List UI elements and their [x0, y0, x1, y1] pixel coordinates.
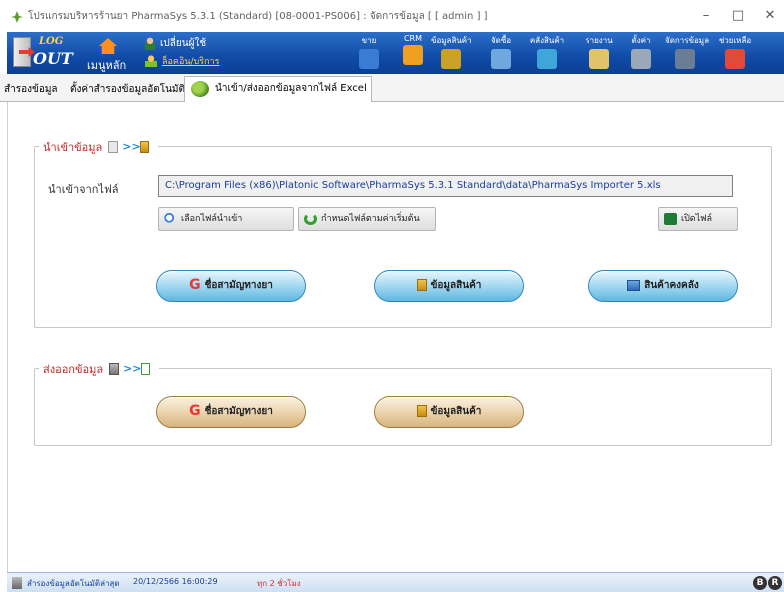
home-icon [99, 38, 117, 54]
toolbar-settings-button[interactable]: ตั้งค่า [621, 34, 661, 72]
import-flow-icon: >> [108, 140, 154, 154]
logout-log-text: LOG [39, 36, 64, 47]
import-generic-label: ชื่อสามัญทางยา [204, 280, 273, 291]
product-doc-icon [416, 405, 427, 417]
home-menu-label: เมนูหลัก [87, 59, 127, 72]
purchasing-icon [491, 49, 511, 69]
main-toolbar: LOG OUT เมนูหลัก เปลี่ยนผู้ใช้ ล็อคอิน/บ… [7, 32, 784, 74]
online-services-label: ล็อคอิน/บริการ [162, 57, 220, 67]
toolbar-product-data-button[interactable]: ข้อมูลสินค้า [431, 34, 472, 72]
toolbar-help-label: ช่วยเหลือ [718, 36, 752, 45]
import-product-label: ข้อมูลสินค้า [430, 280, 482, 291]
import-title-text: นำเข้าข้อมูล [43, 141, 103, 154]
online-user-icon [145, 55, 157, 67]
toolbar-data-management-button[interactable]: จัดการข้อมูล [665, 34, 709, 72]
generic-name-icon: G [189, 403, 201, 419]
import-stock-button[interactable]: สินค้าคงคลัง [588, 270, 738, 302]
product-data-icon [441, 49, 461, 69]
import-file-label: นำเข้าจากไฟล์ [48, 183, 119, 196]
select-import-file-button[interactable]: เลือกไฟล์นำเข้า [158, 207, 294, 231]
sales-icon [359, 49, 379, 69]
toolbar-sales-label: ขาย [361, 36, 377, 45]
window-titlebar: โปรแกรมบริหารร้านยา PharmaSys 5.3.1 (Sta… [0, 0, 784, 32]
import-stock-label: สินค้าคงคลัง [644, 280, 699, 291]
help-icon [725, 49, 745, 69]
tab-excel-import-export[interactable]: นำเข้า/ส่งออกข้อมูลจากไฟล์ Excel [184, 76, 372, 102]
online-services-link[interactable]: ล็อคอิน/บริการ [145, 54, 219, 68]
tab-backup[interactable]: สำรองข้อมูล [0, 78, 62, 102]
refresh-icon [304, 213, 317, 225]
close-button[interactable]: ✕ [756, 4, 784, 28]
r-badge-icon[interactable]: R [768, 576, 782, 590]
reset-default-file-label: กำหนดไฟล์ตามค่าเริ่มต้น [321, 214, 420, 224]
backup-interval: ทุก 2 ชั่วโมง [257, 579, 301, 588]
tab-strip: สำรองข้อมูล ตั้งค่าสำรองข้อมูลอัตโนมัติ … [0, 74, 784, 102]
excel-transfer-icon [191, 81, 209, 97]
window-title: โปรแกรมบริหารร้านยา PharmaSys 5.3.1 (Sta… [28, 11, 488, 22]
logout-out-text: OUT [33, 49, 73, 68]
import-file-path-field[interactable]: C:\Program Files (x86)\Platonic Software… [158, 175, 733, 197]
product-doc-icon [416, 279, 427, 291]
toolbar-crm-label: CRM [403, 34, 423, 43]
toolbar-purchasing-label: จัดซื้อ [490, 36, 512, 45]
change-user-link[interactable]: เปลี่ยนผู้ใช้ [145, 36, 206, 51]
toolbar-reports-label: รายงาน [585, 36, 613, 45]
toolbar-inventory-label: คลังสินค้า [529, 36, 565, 45]
open-file-label: เปิดไฟล์ [681, 214, 713, 224]
toolbar-sales-button[interactable]: ขาย [349, 34, 389, 72]
export-group-title: ส่งออกข้อมูล >> [39, 360, 160, 378]
search-file-icon [164, 213, 177, 225]
last-auto-backup-label: สำรองข้อมูลอัตโนมัติล่าสุด [27, 579, 120, 588]
crm-icon [403, 45, 423, 65]
change-user-label: เปลี่ยนผู้ใช้ [160, 38, 207, 49]
export-generic-name-button[interactable]: G ชื่อสามัญทางยา [156, 396, 306, 428]
status-bar: สำรองข้อมูลอัตโนมัติล่าสุด 20/12/2566 16… [7, 572, 784, 592]
export-title-text: ส่งออกข้อมูล [43, 363, 104, 376]
toolbar-inventory-button[interactable]: คลังสินค้า [527, 34, 567, 72]
maximize-button[interactable]: □ [724, 4, 752, 28]
stock-box-icon [627, 279, 641, 291]
main-panel: นำเข้าข้อมูล >> นำเข้าจากไฟล์ C:\Program… [7, 102, 784, 572]
toolbar-data-management-label: จัดการข้อมูล [665, 36, 709, 45]
toolbar-crm-button[interactable]: CRM [393, 34, 433, 72]
settings-icon [631, 49, 651, 69]
export-product-label: ข้อมูลสินค้า [430, 406, 482, 417]
export-flow-icon: >> [109, 362, 155, 376]
inventory-icon [537, 49, 557, 69]
toolbar-purchasing-button[interactable]: จัดซื้อ [481, 34, 521, 72]
import-generic-name-button[interactable]: G ชื่อสามัญทางยา [156, 270, 306, 302]
select-import-file-label: เลือกไฟล์นำเข้า [181, 214, 243, 224]
open-file-button[interactable]: เปิดไฟล์ [658, 207, 738, 231]
import-group-title: นำเข้าข้อมูล >> [39, 138, 159, 156]
tab-auto-backup-settings[interactable]: ตั้งค่าสำรองข้อมูลอัตโนมัติ [66, 78, 189, 102]
export-product-data-button[interactable]: ข้อมูลสินค้า [374, 396, 524, 428]
user-icon [145, 37, 155, 50]
toolbar-help-button[interactable]: ช่วยเหลือ [715, 34, 755, 72]
user-area: เปลี่ยนผู้ใช้ ล็อคอิน/บริการ [145, 36, 265, 72]
b-badge-icon[interactable]: B [753, 576, 767, 590]
last-backup-datetime: 20/12/2566 16:00:29 [133, 577, 218, 586]
data-management-icon [675, 49, 695, 69]
home-menu-button[interactable]: เมนูหลัก [87, 36, 143, 72]
logout-button[interactable]: LOG OUT [11, 35, 73, 71]
excel-icon [664, 213, 677, 225]
reports-icon [589, 49, 609, 69]
generic-name-icon: G [189, 277, 201, 293]
reset-default-file-button[interactable]: กำหนดไฟล์ตามค่าเริ่มต้น [298, 207, 436, 231]
toolbar-product-data-label: ข้อมูลสินค้า [431, 36, 472, 45]
export-generic-label: ชื่อสามัญทางยา [204, 406, 273, 417]
import-product-data-button[interactable]: ข้อมูลสินค้า [374, 270, 524, 302]
toolbar-reports-button[interactable]: รายงาน [579, 34, 619, 72]
app-icon [10, 9, 24, 23]
minimize-button[interactable]: – [692, 4, 720, 28]
backup-status-icon [12, 577, 22, 589]
toolbar-settings-label: ตั้งค่า [631, 36, 651, 45]
tab-excel-label: นำเข้า/ส่งออกข้อมูลจากไฟล์ Excel [215, 83, 367, 94]
